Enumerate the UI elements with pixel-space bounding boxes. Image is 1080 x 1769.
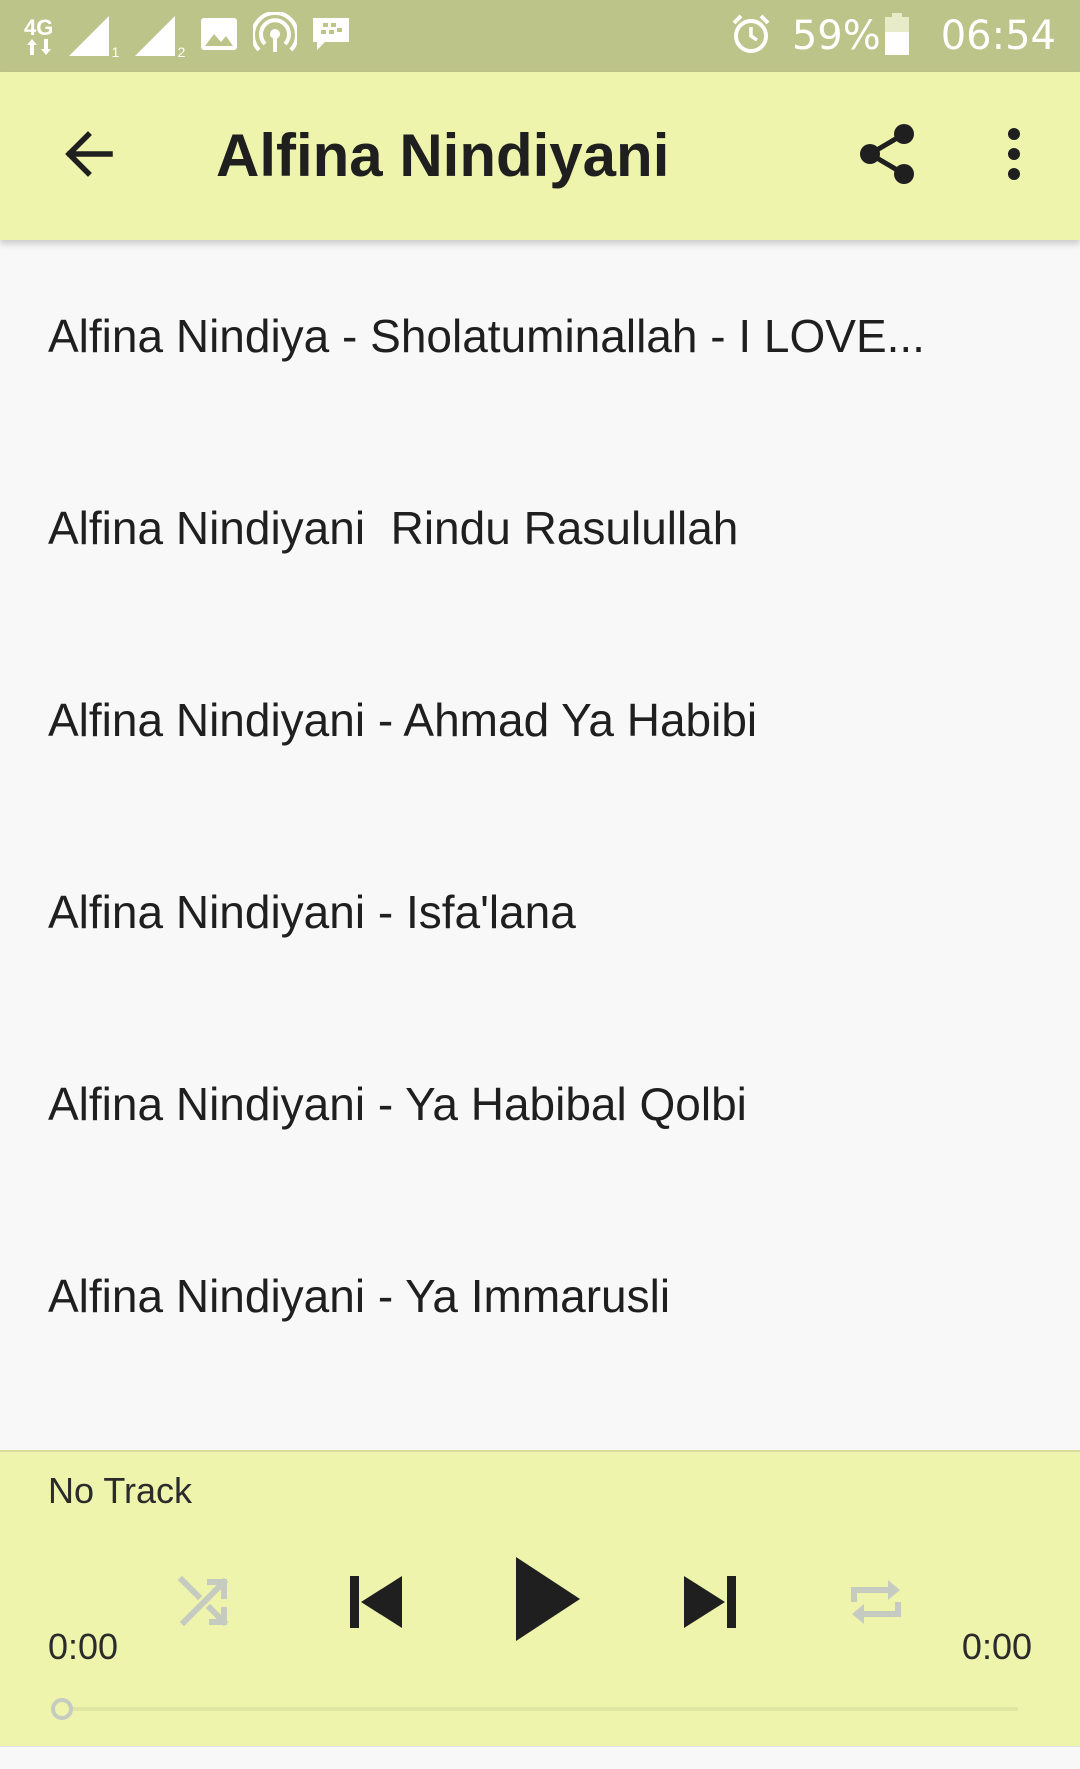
track-item[interactable]: Alfina Nindiyani - Ahmad Ya Habibi	[0, 624, 1080, 816]
skip-previous-icon	[346, 1572, 406, 1637]
track-item[interactable]: Alfina Nindiyani - Ya Immarusli	[0, 1200, 1080, 1392]
repeat-button[interactable]	[832, 1564, 920, 1644]
play-icon	[510, 1555, 582, 1648]
previous-button[interactable]	[330, 1558, 422, 1650]
now-playing-title: No Track	[48, 1470, 193, 1511]
shuffle-button[interactable]	[164, 1564, 244, 1644]
track-item[interactable]: Alfina Nindiya - Sholatuminallah - I LOV…	[0, 240, 1080, 432]
track-title: Alfina Nindiyani - Ahmad Ya Habibi	[48, 694, 758, 746]
track-list: Alfina Nindiya - Sholatuminallah - I LOV…	[0, 240, 1080, 1450]
sim1-label: 1	[111, 44, 120, 60]
track-title: Alfina Nindiyani - Ya Immarusli	[48, 1270, 671, 1322]
share-button[interactable]	[844, 112, 932, 200]
app-screen: 4G 1 2 59% 06:54 Alfina Nindiyani Alfina…	[0, 0, 1080, 1769]
page-title: Alfina Nindiyani	[216, 122, 670, 189]
battery-percent: 59%	[791, 13, 881, 59]
more-options-button[interactable]	[970, 112, 1058, 200]
status-bar-left: 4G 1 2	[24, 0, 351, 72]
next-button[interactable]	[664, 1558, 756, 1650]
status-bar: 4G 1 2 59% 06:54	[0, 0, 1080, 72]
bottom-divider	[0, 1746, 1080, 1769]
data-arrows-icon: 4G	[24, 17, 53, 55]
bbm-message-icon	[311, 14, 351, 59]
app-bar: Alfina Nindiyani	[0, 72, 1080, 240]
total-duration: 0:00	[961, 1626, 1032, 1667]
play-button[interactable]	[496, 1546, 596, 1656]
arrow-back-icon	[60, 126, 116, 187]
track-title: Alfina Nindiyani - Ya Habibal Qolbi	[48, 1078, 747, 1130]
battery-icon	[883, 12, 911, 60]
network-type: 4G	[24, 15, 54, 40]
alarm-icon	[730, 13, 772, 60]
back-button[interactable]	[44, 112, 132, 200]
more-vert-icon	[1004, 126, 1024, 187]
signal-sim1-icon: 1	[67, 14, 120, 60]
image-icon	[199, 14, 239, 59]
share-icon	[858, 122, 918, 191]
sim2-label: 2	[177, 44, 186, 60]
track-item[interactable]: Alfina Nindiyani - Isfa'lana	[0, 816, 1080, 1008]
skip-next-icon	[680, 1572, 740, 1637]
player-panel: No Track 0:00 0:00	[0, 1450, 1080, 1746]
shuffle-icon	[176, 1574, 232, 1635]
repeat-icon	[846, 1574, 906, 1635]
seek-bar[interactable]	[62, 1707, 1018, 1711]
signal-sim2-icon: 2	[133, 14, 186, 60]
hotspot-icon	[251, 10, 300, 61]
status-bar-right: 59% 06:54	[730, 0, 1056, 72]
clock: 06:54	[940, 13, 1056, 59]
track-title: Alfina Nindiyani Rindu Rasulullah	[48, 502, 739, 554]
track-item[interactable]: Alfina Nindiyani Rindu Rasulullah	[0, 432, 1080, 624]
elapsed-time: 0:00	[48, 1626, 119, 1667]
seek-thumb[interactable]	[51, 1698, 73, 1720]
track-title: Alfina Nindiya - Sholatuminallah - I LOV…	[48, 310, 925, 362]
track-title: Alfina Nindiyani - Isfa'lana	[48, 886, 576, 938]
track-item[interactable]: Alfina Nindiyani - Ya Habibal Qolbi	[0, 1008, 1080, 1200]
